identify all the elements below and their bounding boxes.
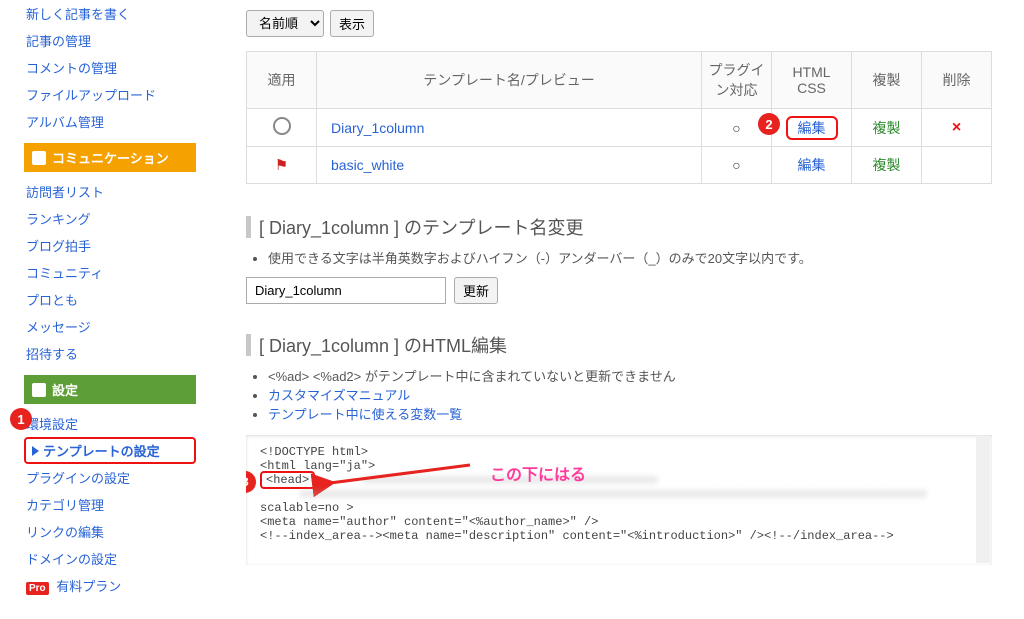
monitor-icon	[32, 383, 46, 397]
th-plugin: プラグイン対応	[702, 52, 772, 109]
pro-badge: Pro	[26, 582, 49, 595]
side-category[interactable]: カテゴリ管理	[24, 491, 196, 518]
annotation-badge-3: 3	[246, 471, 256, 493]
sidebar-cat-settings: 設定	[24, 375, 196, 404]
side-env[interactable]: 環境設定	[24, 410, 196, 437]
annotation-badge-2: 2	[758, 113, 780, 135]
rename-section-title: [ Diary_1column ] のテンプレート名変更	[246, 214, 992, 240]
side-plugin[interactable]: プラグインの設定	[24, 464, 196, 491]
scrollbar[interactable]	[976, 437, 990, 563]
side-visitors[interactable]: 訪問者リスト	[24, 178, 196, 205]
sidebar-cat-communication: コミュニケーション	[24, 143, 196, 172]
customize-manual-link[interactable]: カスタマイズマニュアル	[268, 385, 992, 404]
side-manage-comment[interactable]: コメントの管理	[24, 54, 196, 81]
annotation-text: この下にはる	[490, 461, 586, 485]
side-invite[interactable]: 招待する	[24, 340, 196, 367]
th-html: HTML CSS	[772, 52, 852, 109]
flag-icon: ⚑	[275, 157, 288, 174]
show-button[interactable]: 表示	[330, 10, 374, 37]
table-row: ⚑ basic_white ○ 編集 複製	[247, 147, 992, 184]
side-ranking[interactable]: ランキング	[24, 205, 196, 232]
edit-html-link[interactable]: 編集	[786, 116, 838, 140]
sort-select[interactable]: 名前順	[246, 10, 324, 37]
template-name-link[interactable]: basic_white	[331, 157, 404, 173]
side-file-upload[interactable]: ファイルアップロード	[24, 81, 196, 108]
template-table: 適用 テンプレート名/プレビュー プラグイン対応 HTML CSS 複製 削除 …	[246, 51, 992, 184]
th-name: テンプレート名/プレビュー	[317, 52, 702, 109]
side-protomo[interactable]: プロとも	[24, 286, 196, 313]
title-bar-icon	[246, 216, 251, 238]
duplicate-link[interactable]: 複製	[873, 157, 901, 173]
rename-note: 使用できる文字は半角英数字およびハイフン（-）アンダーバー（_）のみで20文字以…	[268, 248, 992, 267]
side-domain[interactable]: ドメインの設定	[24, 545, 196, 572]
people-icon	[32, 151, 46, 165]
th-apply: 適用	[247, 52, 317, 109]
apply-radio[interactable]	[273, 117, 291, 135]
annotation-badge-1: 1	[10, 408, 32, 430]
cat-set-label: 設定	[52, 380, 78, 399]
main-content: 名前順 表示 適用 テンプレート名/プレビュー プラグイン対応 HTML CSS…	[210, 0, 1024, 619]
side-template-settings[interactable]: テンプレートの設定	[24, 437, 196, 464]
delete-icon[interactable]: ×	[952, 119, 961, 136]
update-button[interactable]: 更新	[454, 277, 498, 304]
side-template-label: テンプレートの設定	[43, 441, 160, 460]
duplicate-link[interactable]: 複製	[873, 120, 901, 136]
triangle-icon	[32, 446, 39, 456]
code-line: <!DOCTYPE html>	[260, 445, 978, 459]
template-name-link[interactable]: Diary_1column	[331, 120, 424, 136]
side-community[interactable]: コミュニティ	[24, 259, 196, 286]
side-album[interactable]: アルバム管理	[24, 108, 196, 135]
edit-html-link[interactable]: 編集	[798, 157, 826, 173]
sidebar: 新しく記事を書く 記事の管理 コメントの管理 ファイルアップロード アルバム管理…	[0, 0, 210, 619]
th-del: 削除	[922, 52, 992, 109]
code-line: <meta name="author" content="<%author_na…	[260, 515, 978, 529]
rename-title-text: [ Diary_1column ] のテンプレート名変更	[259, 214, 584, 240]
htmledit-note: <%ad> <%ad2> がテンプレート中に含まれていないと更新できません	[268, 366, 992, 385]
blurred-code: xxxxxxxxxxxxxxxxxxxxxxxxxxxxxxxxxxxxxxxx…	[300, 487, 927, 501]
cat-comm-label: コミュニケーション	[52, 148, 169, 167]
pro-plan-label: 有料プラン	[56, 579, 121, 594]
htmledit-title-text: [ Diary_1column ] のHTML編集	[259, 332, 507, 358]
side-clap[interactable]: ブログ拍手	[24, 232, 196, 259]
th-dup: 複製	[852, 52, 922, 109]
side-pro-plan[interactable]: Pro 有料プラン	[24, 572, 196, 599]
code-line: scalable=no >	[260, 501, 978, 515]
side-links[interactable]: リンクの編集	[24, 518, 196, 545]
code-line: <!--index_area--><meta name="description…	[260, 529, 978, 543]
side-new-post[interactable]: 新しく記事を書く	[24, 0, 196, 27]
side-manage-post[interactable]: 記事の管理	[24, 27, 196, 54]
variable-list-link[interactable]: テンプレート中に使える変数一覧	[268, 404, 992, 423]
plugin-cell: ○	[702, 147, 772, 184]
delete-cell	[922, 147, 992, 184]
template-name-input[interactable]	[246, 277, 446, 304]
table-row: Diary_1column ○ 2 編集 複製 ×	[247, 109, 992, 147]
html-editor[interactable]: <!DOCTYPE html> <html lang="ja"> 3 <head…	[246, 435, 992, 565]
code-line: <html lang="ja">	[260, 459, 978, 473]
title-bar-icon	[246, 334, 251, 356]
htmledit-section-title: [ Diary_1column ] のHTML編集	[246, 332, 992, 358]
side-message[interactable]: メッセージ	[24, 313, 196, 340]
